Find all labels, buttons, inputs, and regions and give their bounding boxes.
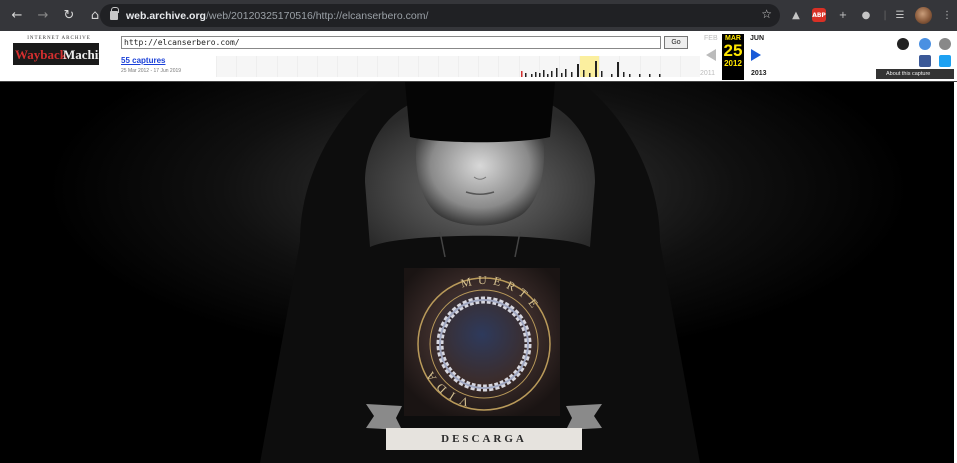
timeline-year[interactable] [316, 56, 338, 77]
timeline-year[interactable] [397, 56, 418, 77]
url-path: /web/20120325170516/http://elcanserbero.… [205, 9, 429, 22]
extension-puzzle-icon[interactable]: ▲ [789, 8, 803, 22]
extension-plus-icon[interactable]: + [836, 8, 850, 22]
forward-icon[interactable]: → [32, 5, 54, 27]
month-next[interactable]: JUN [750, 35, 764, 42]
timeline-year[interactable] [357, 56, 378, 77]
profile-avatar[interactable] [915, 7, 932, 24]
back-icon[interactable]: ← [6, 5, 28, 27]
timeline-year[interactable] [377, 56, 398, 77]
about-capture-dropdown[interactable]: About this capture [876, 69, 954, 79]
month-prev[interactable]: FEB [704, 35, 718, 42]
emblem-bottom-text: VIDA [420, 364, 471, 409]
year-next[interactable]: 2013 [751, 70, 767, 77]
prev-capture-arrow-icon[interactable] [706, 49, 716, 61]
emblem-top-text: MUERTE [459, 273, 544, 315]
timeline-year[interactable] [679, 56, 701, 77]
timeline-year[interactable] [458, 56, 479, 77]
timeline-year[interactable] [337, 56, 358, 77]
timeline-year[interactable] [478, 56, 499, 77]
timeline-year[interactable] [216, 56, 237, 77]
address-bar[interactable]: web.archive.org/web/20120325170516/http:… [100, 4, 780, 27]
logo-internet-archive-text: INTERNET ARCHIVE [27, 36, 91, 41]
browser-window: ← → ↻ ⌂ web.archive.org/web/201203251705… [0, 0, 957, 463]
captures-link[interactable]: 55 captures [121, 56, 165, 65]
reload-icon[interactable]: ↻ [58, 5, 80, 27]
download-button[interactable]: DESCARGA [386, 428, 582, 450]
url-host: web.archive.org [126, 9, 206, 22]
svg-text:Machine: Machine [63, 47, 99, 62]
current-capture-date: MAR 25 2012 [722, 34, 744, 80]
year-prev[interactable]: 2011 [700, 70, 715, 77]
menu-dots-icon[interactable]: ⋮ [940, 8, 954, 22]
timeline-year[interactable] [276, 56, 297, 77]
bookmark-star-icon[interactable]: ☆ [761, 7, 772, 21]
lock-icon [110, 7, 119, 20]
svg-text:Wayback: Wayback [15, 47, 68, 62]
day-current: 25 [723, 41, 743, 60]
timeline-year[interactable] [437, 56, 459, 77]
wayback-go-button[interactable]: Go [664, 36, 688, 49]
facebook-icon[interactable] [919, 55, 931, 67]
user-icon[interactable] [897, 38, 909, 50]
logo-wayback-machine: Wayback Machine [13, 43, 99, 65]
archived-page: MUERTE VIDA DESCARGA [0, 82, 957, 463]
timeline-year[interactable] [236, 56, 257, 77]
timeline-year[interactable] [296, 56, 317, 77]
calendar-nav: FEB 2011 MAR 25 2012 JUN 2013 [700, 34, 785, 80]
wayback-wordmark: Wayback Machine [13, 43, 99, 65]
wayback-logo[interactable]: INTERNET ARCHIVE Wayback Machine [13, 36, 105, 73]
browser-toolbar: ← → ↻ ⌂ web.archive.org/web/201203251705… [0, 0, 957, 31]
timeline-year[interactable] [498, 56, 519, 77]
help-icon[interactable] [919, 38, 931, 50]
adblock-extension-icon[interactable]: ABP [812, 8, 826, 22]
reading-list-icon[interactable]: ☰ [893, 8, 907, 22]
capture-sparkline-bars [521, 61, 661, 77]
extension-circle-icon[interactable]: ● [859, 8, 873, 22]
download-banner[interactable]: DESCARGA [366, 404, 602, 454]
next-capture-arrow-icon[interactable] [751, 49, 761, 61]
timeline-year[interactable] [256, 56, 277, 77]
toolbar-divider: | [883, 9, 887, 21]
close-icon[interactable] [939, 38, 951, 50]
year-current: 2012 [724, 59, 742, 68]
wayback-url-input[interactable]: http://elcanserbero.com/ [121, 36, 661, 49]
twitter-icon[interactable] [939, 55, 951, 67]
wayback-toolbar: INTERNET ARCHIVE Wayback Machine http://… [0, 31, 957, 82]
capture-range: 25 Mar 2012 - 17 Jun 2019 [121, 68, 182, 74]
timeline-year[interactable] [417, 56, 438, 77]
